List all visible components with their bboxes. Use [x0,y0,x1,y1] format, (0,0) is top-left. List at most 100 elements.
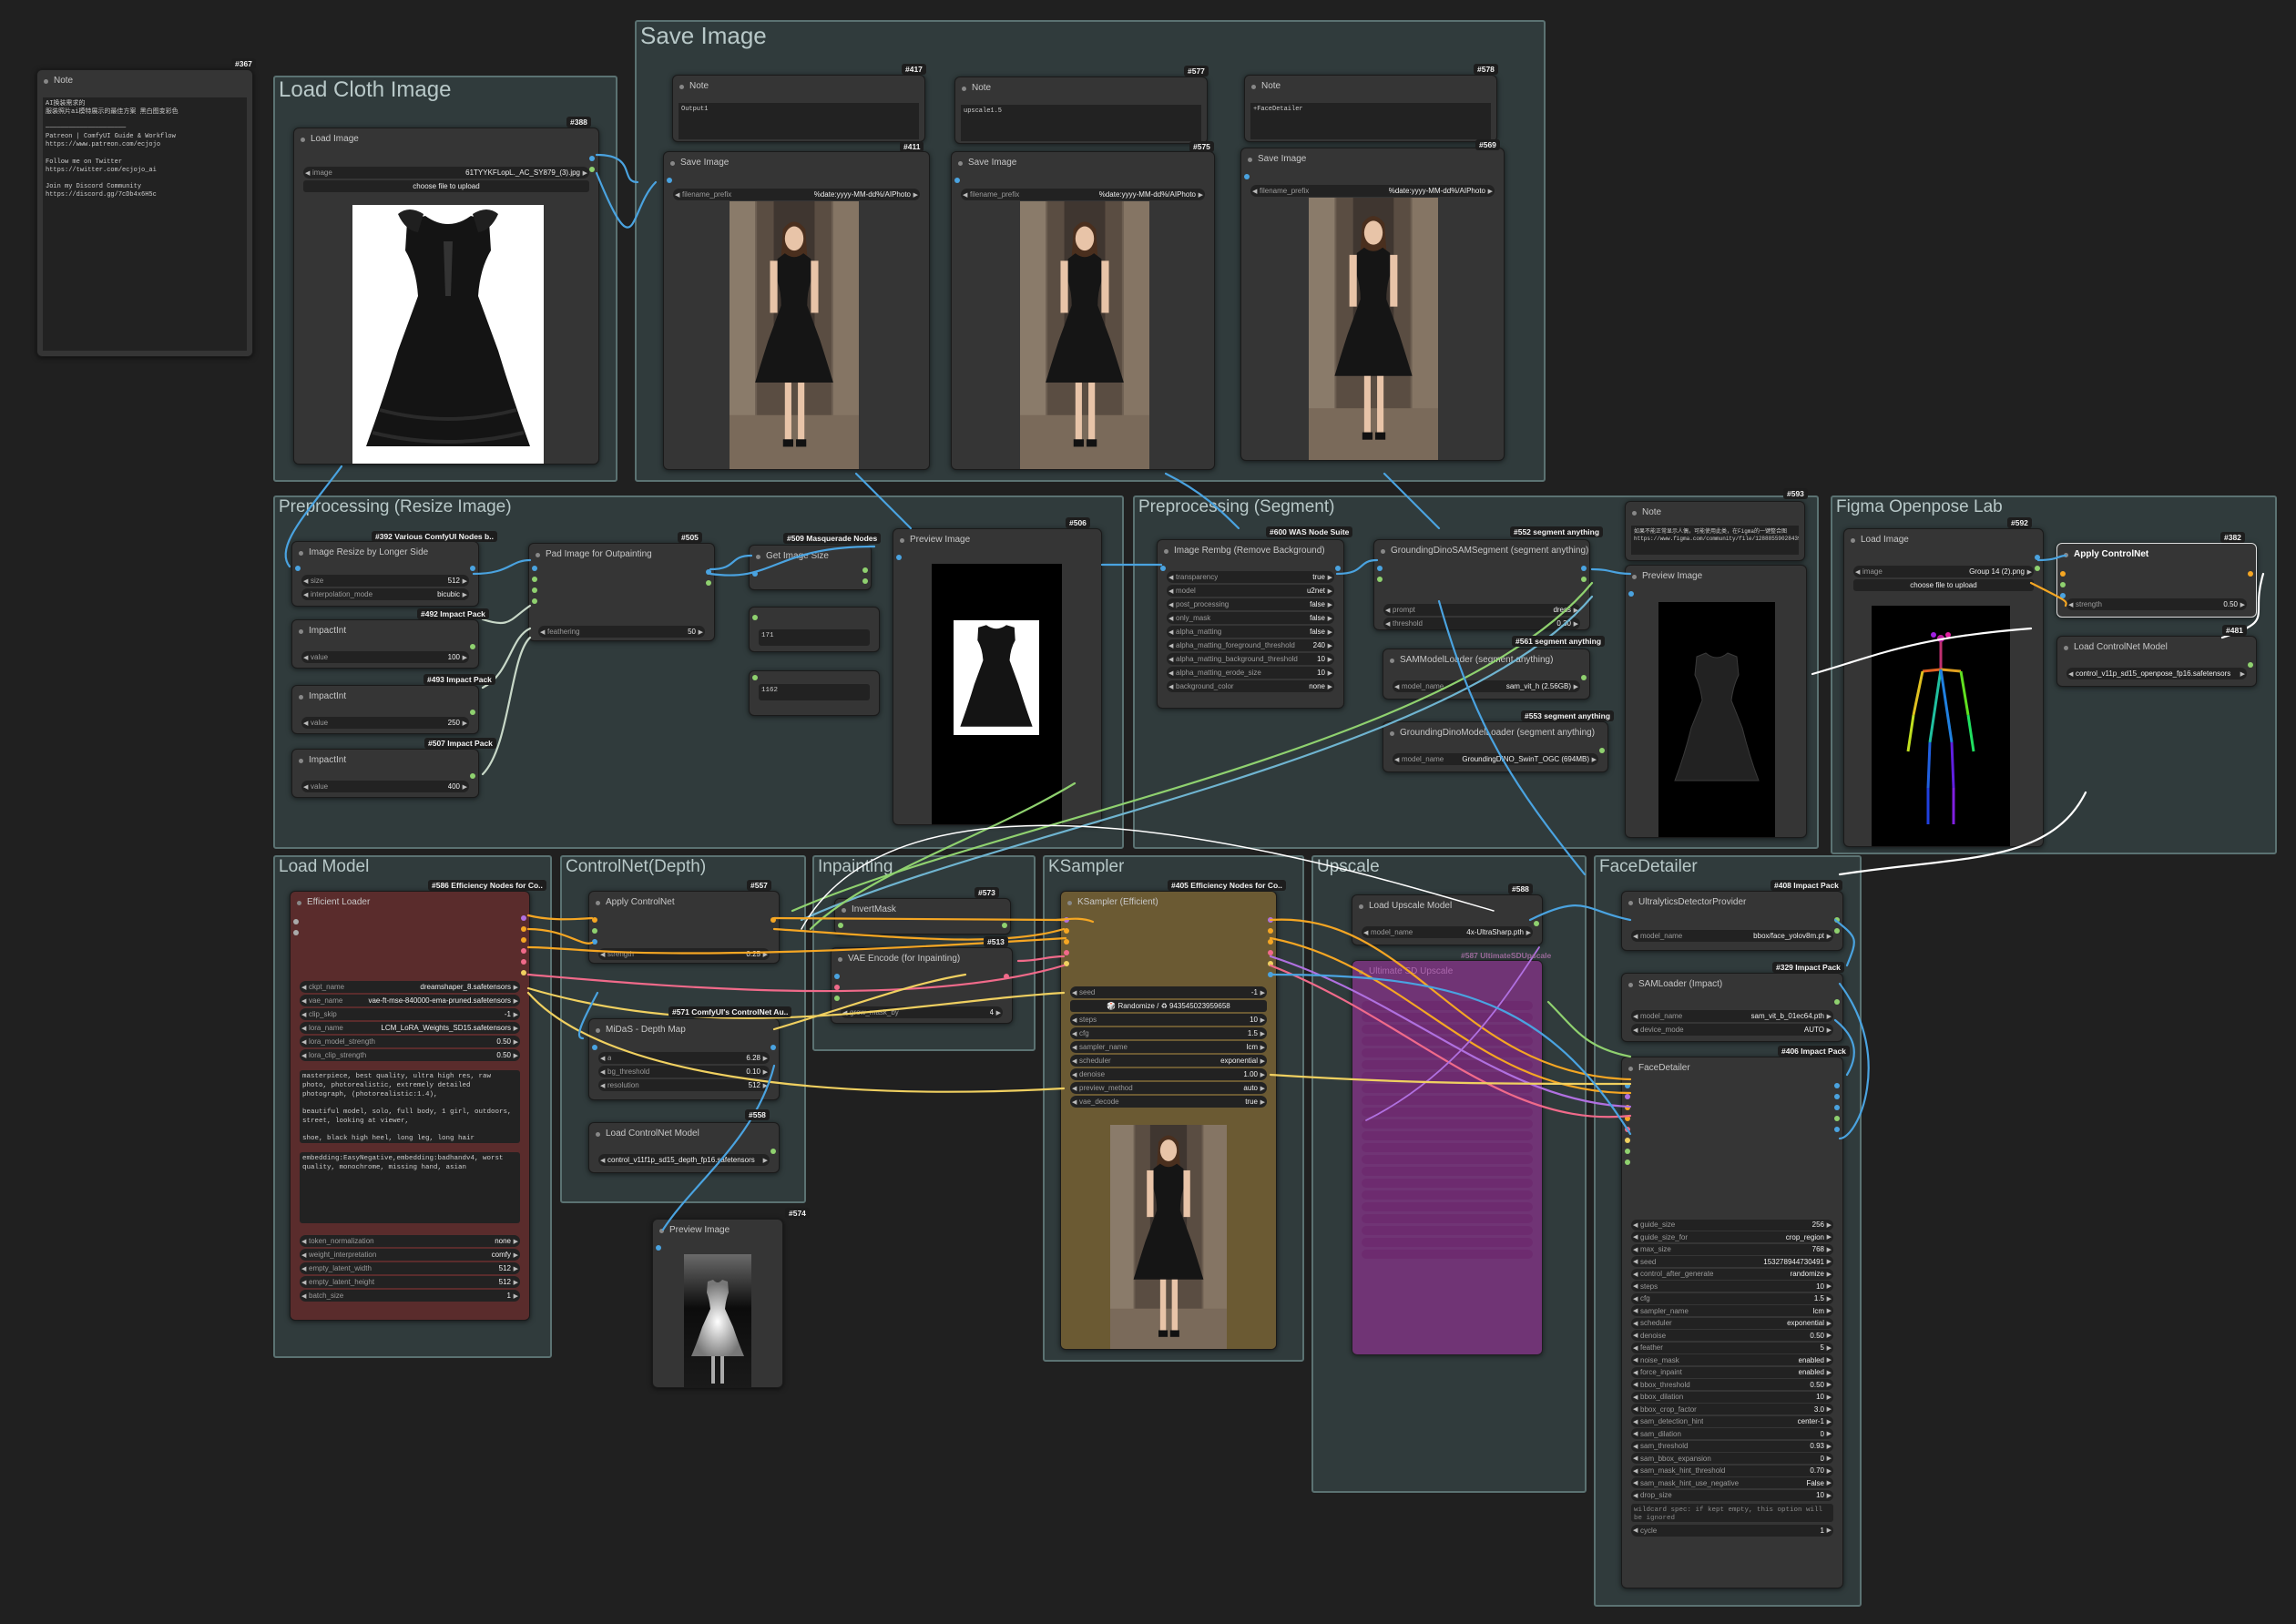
load-image-node[interactable]: Load Image image 61TYYKFLopL._AC_SY879_(3… [293,128,599,465]
widget-row[interactable]: bbox_crop_factor 3.0 [1631,1404,1833,1415]
grow-mask-field[interactable]: grow_mask_by 4 [841,1006,1003,1018]
input-slot[interactable] [954,178,960,183]
widget-row[interactable]: ckpt_name dreamshaper_8.safetensors [300,981,520,993]
widget-row[interactable]: sampler_name lcm [1070,1041,1267,1053]
impact-int-node[interactable]: ImpactInt value 250 [291,685,479,734]
output-slot[interactable] [521,915,526,921]
output-slot[interactable] [1268,917,1273,923]
input-slot[interactable] [1625,1149,1630,1154]
widget-row[interactable]: sam_mask_hint_threshold 0.70 [1631,1465,1833,1476]
input-slot[interactable] [1064,917,1069,923]
threshold-field[interactable]: threshold 0.30 [1383,618,1580,629]
output-slot[interactable] [1335,566,1341,571]
output-slot[interactable] [521,959,526,965]
interpolation-select[interactable]: interpolation_mode bicubic [301,588,469,600]
pad-image-node[interactable]: Pad Image for Outpainting feathering 50 [528,543,715,641]
efficient-loader-node[interactable]: Efficient Loader ckpt_name dreamshaper_8.… [290,891,530,1321]
widget-row[interactable]: alpha_matting_background_threshold 10 [1167,653,1334,665]
rembg-node[interactable]: Image Rembg (Remove Background) transpar… [1157,539,1344,709]
widget-row[interactable]: bbox_dilation 10 [1631,1391,1833,1403]
widget-row[interactable]: steps 10 [1070,1014,1267,1026]
output-slot[interactable] [1268,972,1273,977]
value-field[interactable]: value 250 [301,717,469,729]
widget-row[interactable]: denoise 1.00 [1070,1068,1267,1080]
widget-row[interactable]: lora_name LCM_LoRA_Weights_SD15.safetenso… [300,1022,520,1034]
wildcard-text[interactable]: wildcard spec: if kept empty, this optio… [1631,1503,1833,1522]
output-slot[interactable] [1834,999,1840,1005]
input-slot[interactable] [2060,593,2066,598]
prompt-field[interactable]: prompt dress [1383,604,1580,616]
widget-row[interactable]: clip_skip -1 [300,1008,520,1020]
value-field[interactable]: value 100 [301,651,469,663]
widget-row[interactable]: lora_clip_strength 0.50 [300,1049,520,1061]
seed-field[interactable]: seed -1 [1070,986,1267,998]
upload-button[interactable]: choose file to upload [1853,579,2034,591]
input-slot[interactable] [752,571,758,577]
upload-button[interactable]: choose file to upload [303,180,589,192]
save-image-node[interactable]: Save Image filename_prefix %date:yyyy-MM-… [951,151,1215,470]
output-slot[interactable] [862,578,868,584]
input-slot[interactable] [1625,1094,1630,1099]
model-select[interactable]: model_name GroundingDINO_SwinT_OGC (694MB… [1393,753,1598,765]
note-text[interactable]: AI换装需求的 服装照片ai模特展示的最佳方案 黑白图变彩色 ─────────… [43,97,247,351]
load-controlnet-node[interactable]: Load ControlNet Model control_v11f1p_sd1… [588,1122,780,1173]
input-slot[interactable] [295,566,301,571]
preview-image-node[interactable]: Preview Image [893,528,1102,825]
input-slot[interactable] [2060,571,2066,577]
output-slot[interactable] [470,710,475,715]
widget-row[interactable]: transparency true [1167,571,1334,583]
input-slot[interactable] [1064,961,1069,966]
size-field[interactable]: size 512 [301,575,469,587]
input-slot[interactable] [834,974,840,979]
output-slot[interactable] [1834,1127,1840,1132]
note-text[interactable]: upscale1.5 [961,105,1201,141]
input-slot[interactable] [1160,566,1166,571]
widget-row[interactable]: noise_mask enabled [1631,1354,1833,1365]
output-slot[interactable] [589,156,595,161]
strength-field[interactable]: strength 0.25 [598,948,770,960]
primitive-width-node[interactable]: 171 [749,607,880,652]
widget-row[interactable]: model u2net [1167,585,1334,597]
widget-row[interactable]: bbox_threshold 0.50 [1631,1379,1833,1390]
widget-row[interactable]: sam_detection_hint center-1 [1631,1415,1833,1427]
widget-row[interactable]: force_inpaint enabled [1631,1366,1833,1378]
output-slot[interactable] [470,566,475,571]
output-slot[interactable] [706,580,711,586]
input-slot[interactable] [834,996,840,1001]
output-slot[interactable] [1834,917,1840,923]
midas-depth-node[interactable]: MiDaS - Depth Map a 6.28 bg_threshold 0.10 r… [588,1018,780,1100]
output-slot[interactable] [1834,1094,1840,1099]
load-image-node[interactable]: Load Image image Group 14 (2).png choose … [1843,528,2044,847]
widget-row[interactable]: batch_size 1 [300,1290,520,1302]
randomize-button[interactable]: 🎲 Randomize / ♻ 943545023959658 [1070,1000,1267,1012]
output-slot[interactable] [521,970,526,975]
ksampler-node[interactable]: KSampler (Efficient) seed -1 🎲 Randomize … [1060,891,1277,1350]
note-node[interactable]: Note 如果不能正常显示人偶，可能使用此类，在Figma的一键整合图 http… [1625,501,1805,561]
widget-row[interactable]: token_normalization none [300,1235,520,1247]
input-slot[interactable] [1625,1159,1630,1165]
output-slot[interactable] [862,567,868,573]
model-select[interactable]: model_name bbox/face_yolov8m.pt [1631,930,1833,942]
input-slot[interactable] [1625,1127,1630,1132]
negative-prompt[interactable]: embedding:EasyNegative,embedding:badhand… [300,1152,520,1223]
input-slot[interactable] [896,555,902,560]
save-image-node[interactable]: Save Image filename_prefix %date:yyyy-MM-… [1240,148,1505,461]
feathering-field[interactable]: feathering 50 [538,626,705,638]
input-slot[interactable] [293,919,299,924]
input-slot[interactable] [1064,939,1069,945]
model-select[interactable]: model_name 4x-UltraSharp.pth [1362,926,1533,938]
widget-row[interactable]: only_mask false [1167,612,1334,624]
input-slot[interactable] [667,178,672,183]
output-slot[interactable] [1534,921,1539,926]
widget-row[interactable]: background_color none [1167,680,1334,692]
widget-row[interactable]: sampler_name lcm [1631,1305,1833,1316]
image-select[interactable]: image Group 14 (2).png [1853,566,2034,577]
widget-row[interactable]: alpha_matting_erode_size 10 [1167,667,1334,679]
input-slot[interactable] [1377,566,1383,571]
impact-int-node[interactable]: ImpactInt value 400 [291,749,479,798]
input-slot[interactable] [592,939,597,945]
output-slot[interactable] [470,644,475,649]
input-slot[interactable] [1628,591,1634,597]
input-slot[interactable] [2060,582,2066,587]
widget-row[interactable]: alpha_matting false [1167,626,1334,638]
